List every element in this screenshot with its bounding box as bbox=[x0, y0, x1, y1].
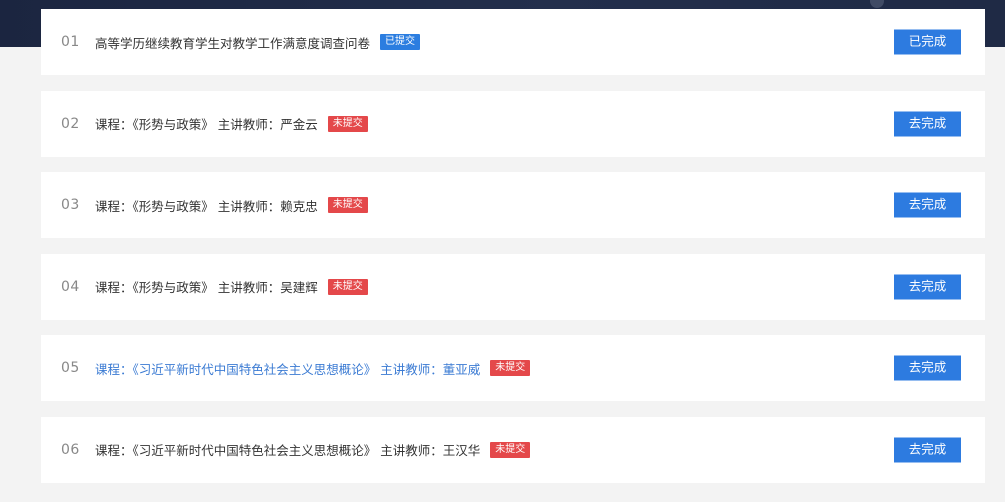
survey-card: 05 课程：《习近平新时代中国特色社会主义思想概论》 主讲教师：董亚威 未提交 … bbox=[41, 335, 985, 401]
survey-title[interactable]: 课程：《习近平新时代中国特色社会主义思想概论》 主讲教师：王汉华 bbox=[95, 440, 480, 459]
status-badge: 未提交 bbox=[490, 360, 531, 376]
survey-card: 04 课程：《形势与政策》 主讲教师：吴建辉 未提交 去完成 bbox=[41, 253, 985, 320]
survey-index: 01 bbox=[61, 34, 80, 50]
survey-index: 04 bbox=[61, 278, 80, 295]
survey-title[interactable]: 课程：《形势与政策》 主讲教师：吴建辉 bbox=[95, 277, 318, 296]
status-badge: 未提交 bbox=[327, 197, 368, 213]
survey-title[interactable]: 课程：《形势与政策》 主讲教师：严金云 bbox=[95, 114, 318, 133]
status-badge: 未提交 bbox=[327, 115, 368, 132]
survey-card: 02 课程：《形势与政策》 主讲教师：严金云 未提交 去完成 bbox=[41, 90, 985, 157]
survey-index: 03 bbox=[61, 197, 80, 213]
survey-list: 01 高等学历继续教育学生对教学工作满意度调查问卷 已提交 已完成 02 课程：… bbox=[41, 9, 985, 498]
go-complete-button[interactable]: 去完成 bbox=[894, 437, 961, 462]
survey-index: 02 bbox=[61, 115, 80, 132]
status-badge: 未提交 bbox=[327, 278, 368, 295]
go-complete-button[interactable]: 去完成 bbox=[894, 111, 961, 136]
survey-title[interactable]: 高等学历继续教育学生对教学工作满意度调查问卷 bbox=[95, 33, 370, 52]
survey-index: 06 bbox=[61, 441, 80, 458]
completed-button[interactable]: 已完成 bbox=[894, 29, 961, 55]
go-complete-button[interactable]: 去完成 bbox=[894, 192, 961, 218]
go-complete-button[interactable]: 去完成 bbox=[894, 274, 961, 299]
survey-card: 06 课程：《习近平新时代中国特色社会主义思想概论》 主讲教师：王汉华 未提交 … bbox=[41, 416, 985, 483]
survey-title[interactable]: 课程：《形势与政策》 主讲教师：赖克忠 bbox=[95, 196, 318, 215]
status-badge: 已提交 bbox=[380, 34, 421, 50]
survey-card: 01 高等学历继续教育学生对教学工作满意度调查问卷 已提交 已完成 bbox=[41, 9, 985, 75]
status-badge: 未提交 bbox=[490, 441, 531, 458]
survey-card: 03 课程：《形势与政策》 主讲教师：赖克忠 未提交 去完成 bbox=[41, 172, 985, 238]
survey-title[interactable]: 课程：《习近平新时代中国特色社会主义思想概论》 主讲教师：董亚威 bbox=[95, 359, 480, 378]
survey-index: 05 bbox=[61, 360, 80, 376]
go-complete-button[interactable]: 去完成 bbox=[894, 355, 961, 381]
banner-decoration bbox=[870, 0, 884, 8]
